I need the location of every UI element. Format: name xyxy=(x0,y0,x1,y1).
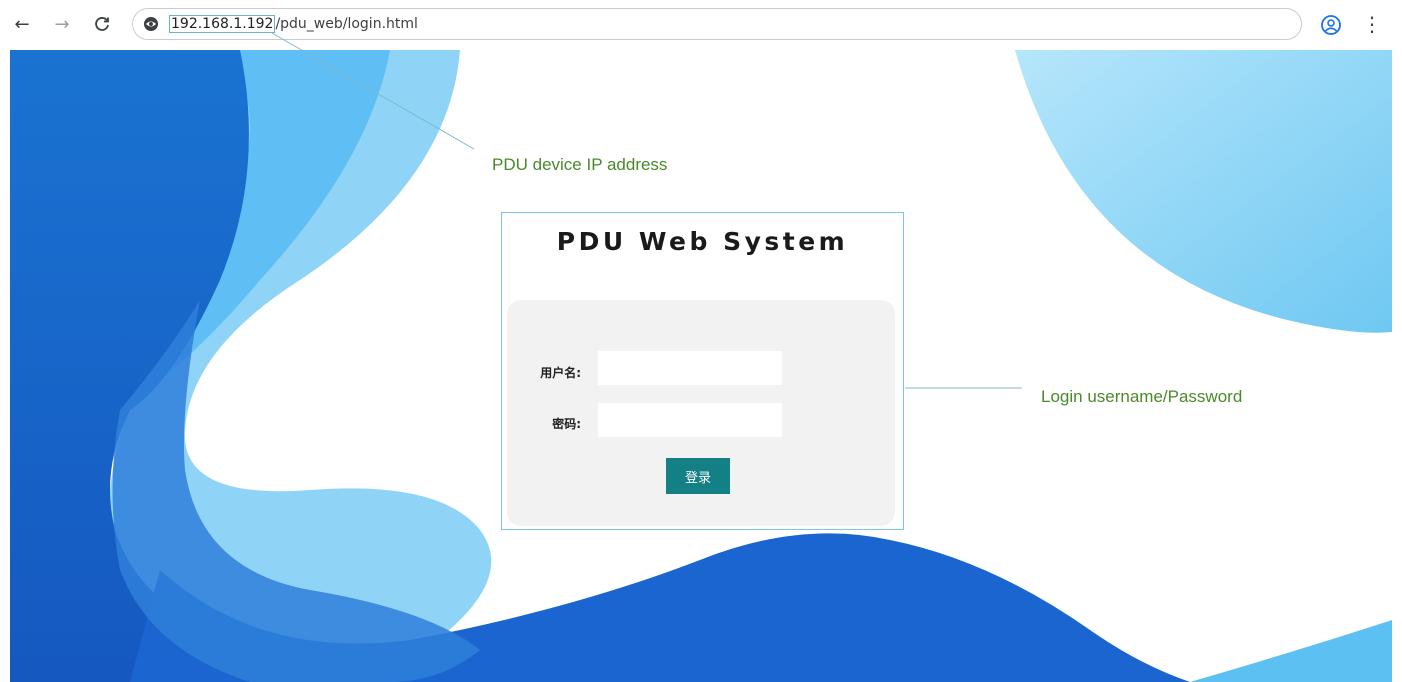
credentials-annotation: Login username/Password xyxy=(1041,387,1243,406)
login-button[interactable]: 登录 xyxy=(666,458,730,494)
profile-icon[interactable] xyxy=(1320,14,1342,36)
url-text[interactable]: 192.168.1.192/pdu_web/login.html xyxy=(169,15,418,33)
page-viewport: PDU Web System 用户名: 密码: 登录 xyxy=(10,50,1392,682)
password-label: 密码: xyxy=(552,417,581,431)
login-panel: PDU Web System 用户名: 密码: 登录 xyxy=(501,212,904,530)
password-input[interactable] xyxy=(598,403,782,437)
back-arrow-icon[interactable]: ← xyxy=(10,12,34,36)
reload-icon[interactable] xyxy=(90,12,114,36)
url-path: /pdu_web/login.html xyxy=(275,16,418,32)
site-info-icon[interactable] xyxy=(143,16,159,32)
username-label: 用户名: xyxy=(540,366,581,380)
page-title: PDU Web System xyxy=(556,227,849,256)
login-form: 用户名: 密码: 登录 xyxy=(507,300,895,526)
browser-toolbar: ← → 192.168.1.192/pdu_web/login.html ⋮ xyxy=(0,0,1402,50)
kebab-menu-icon[interactable]: ⋮ xyxy=(1362,12,1382,36)
username-input[interactable] xyxy=(598,351,782,385)
forward-arrow-icon[interactable]: → xyxy=(50,12,74,36)
ip-address-annotation: PDU device IP address xyxy=(492,155,668,174)
url-host: 192.168.1.192 xyxy=(169,15,276,33)
address-bar[interactable]: 192.168.1.192/pdu_web/login.html xyxy=(132,8,1302,40)
